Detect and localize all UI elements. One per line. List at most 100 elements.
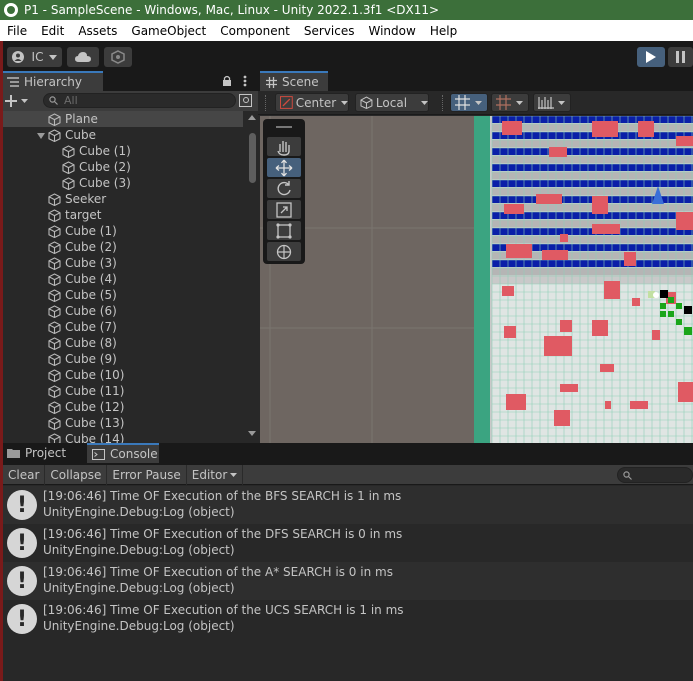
title-bar: P1 - SampleScene - Windows, Mac, Linux -…: [0, 0, 693, 20]
log-entry[interactable]: ! [19:06:46] Time OF Execution of the A* …: [3, 562, 693, 600]
rotate-tool-button[interactable]: [267, 179, 301, 198]
move-tool-button[interactable]: [267, 158, 301, 177]
cloud-button[interactable]: [67, 47, 99, 67]
hierarchy-item[interactable]: Cube (14): [3, 431, 243, 443]
add-object-button[interactable]: [5, 93, 35, 109]
hierarchy-item[interactable]: Cube (6): [3, 303, 243, 319]
hierarchy-item[interactable]: Cube (4): [3, 271, 243, 287]
obstacle-cell: [504, 204, 524, 214]
obstacle-cell: [502, 286, 514, 296]
tab-hierarchy[interactable]: Hierarchy: [3, 71, 103, 91]
obstacle-cell: [630, 401, 648, 409]
hierarchy-item[interactable]: Cube (1): [3, 223, 243, 239]
hierarchy-item[interactable]: Plane: [3, 111, 243, 127]
scrollbar-thumb[interactable]: [249, 133, 256, 183]
menu-file[interactable]: File: [0, 24, 34, 38]
hierarchy-scrollbar[interactable]: [247, 111, 257, 443]
ruler-snap-toggle[interactable]: [533, 93, 571, 112]
log-entry[interactable]: ! [19:06:46] Time OF Execution of the DFS…: [3, 524, 693, 562]
collab-button[interactable]: [104, 47, 132, 67]
hierarchy-item-label: Cube (13): [65, 416, 125, 430]
chevron-down-icon: [21, 99, 28, 103]
hierarchy-item-label: Cube (8): [65, 336, 117, 350]
menu-component[interactable]: Component: [213, 24, 297, 38]
scene-visibility-icon[interactable]: [239, 94, 252, 107]
error-pause-button[interactable]: Error Pause: [107, 464, 187, 485]
chevron-down-icon: [475, 100, 482, 105]
explored-row: [492, 188, 693, 195]
hierarchy-item-label: Cube (1): [79, 144, 131, 158]
scroll-down-icon[interactable]: [248, 431, 256, 436]
hand-tool-button[interactable]: [267, 137, 301, 156]
scene-viewport[interactable]: [260, 116, 693, 443]
search-placeholder: All: [64, 94, 78, 107]
hierarchy-item[interactable]: Cube: [3, 127, 243, 143]
log-entry[interactable]: ! [19:06:46] Time OF Execution of the UCS…: [3, 600, 693, 638]
console-search-input[interactable]: [617, 467, 693, 483]
hierarchy-search-input[interactable]: All: [43, 93, 236, 108]
editor-dropdown[interactable]: Editor: [187, 464, 244, 485]
rect-tool-button[interactable]: [267, 221, 301, 240]
menu-help[interactable]: Help: [423, 24, 464, 38]
tab-project[interactable]: Project: [5, 443, 75, 463]
tab-console[interactable]: Console: [87, 443, 159, 463]
pause-button[interactable]: [668, 47, 693, 67]
hierarchy-item-label: Plane: [65, 112, 98, 126]
menu-assets[interactable]: Assets: [71, 24, 124, 38]
path-cell: [660, 303, 666, 309]
collapse-button[interactable]: Collapse: [45, 464, 108, 485]
obstacle-cell: [592, 121, 618, 137]
kebab-menu-icon[interactable]: [243, 75, 247, 87]
hierarchy-item-label: target: [65, 208, 102, 222]
hierarchy-item[interactable]: Cube (3): [3, 255, 243, 271]
hierarchy-item[interactable]: Cube (10): [3, 367, 243, 383]
obstacle-cell: [600, 364, 614, 372]
log-message: [19:06:46] Time OF Execution of the A* S…: [43, 565, 393, 579]
log-text: [19:06:46] Time OF Execution of the BFS …: [43, 486, 401, 520]
log-entry[interactable]: ! [19:06:46] Time OF Execution of the BFS…: [3, 486, 693, 524]
toolbar-grip: [442, 95, 445, 111]
hierarchy-item[interactable]: Cube (12): [3, 399, 243, 415]
scene-tab-bar: Scene: [258, 71, 693, 91]
lock-icon[interactable]: [222, 75, 232, 86]
increment-snap-toggle[interactable]: [491, 93, 529, 112]
menu-edit[interactable]: Edit: [34, 24, 71, 38]
hierarchy-item-label: Cube (11): [65, 384, 125, 398]
menu-window[interactable]: Window: [362, 24, 423, 38]
hierarchy-item[interactable]: Cube (7): [3, 319, 243, 335]
obstacle-cell: [592, 224, 620, 234]
hierarchy-item[interactable]: target: [3, 207, 243, 223]
pivot-dropdown[interactable]: Center: [275, 93, 349, 112]
hierarchy-item[interactable]: Cube (5): [3, 287, 243, 303]
scale-tool-button[interactable]: [267, 200, 301, 219]
menu-services[interactable]: Services: [297, 24, 362, 38]
hierarchy-item[interactable]: Cube (2): [3, 239, 243, 255]
tab-scene[interactable]: Scene: [260, 71, 328, 91]
log-text: [19:06:46] Time OF Execution of the DFS …: [43, 524, 402, 558]
hierarchy-item[interactable]: Cube (3): [3, 175, 243, 191]
obstacle-cell: [560, 320, 572, 332]
cube-icon: [48, 272, 61, 286]
clear-button[interactable]: Clear: [3, 464, 46, 485]
hierarchy-item[interactable]: Cube (11): [3, 383, 243, 399]
space-dropdown[interactable]: Local: [355, 93, 429, 112]
scroll-up-icon[interactable]: [248, 115, 256, 120]
cube-icon: [48, 208, 61, 222]
hierarchy-item[interactable]: Cube (9): [3, 351, 243, 367]
menu-gameobject[interactable]: GameObject: [124, 24, 213, 38]
cube-icon: [48, 192, 61, 206]
account-dropdown[interactable]: IC: [7, 47, 62, 67]
hierarchy-item[interactable]: Cube (8): [3, 335, 243, 351]
hierarchy-item[interactable]: Cube (2): [3, 159, 243, 175]
obstacle-cell: [604, 281, 620, 299]
explored-row: [492, 148, 693, 155]
transform-tool-button[interactable]: [267, 242, 301, 261]
expand-arrow-icon[interactable]: [37, 132, 45, 139]
hierarchy-item[interactable]: Seeker: [3, 191, 243, 207]
hierarchy-item[interactable]: Cube (13): [3, 415, 243, 431]
grid-snap-toggle[interactable]: [450, 93, 488, 112]
play-button[interactable]: [637, 47, 665, 67]
pivot-label: Center: [295, 95, 337, 110]
hierarchy-item[interactable]: Cube (1): [3, 143, 243, 159]
grid-snap-icon: [455, 95, 470, 110]
